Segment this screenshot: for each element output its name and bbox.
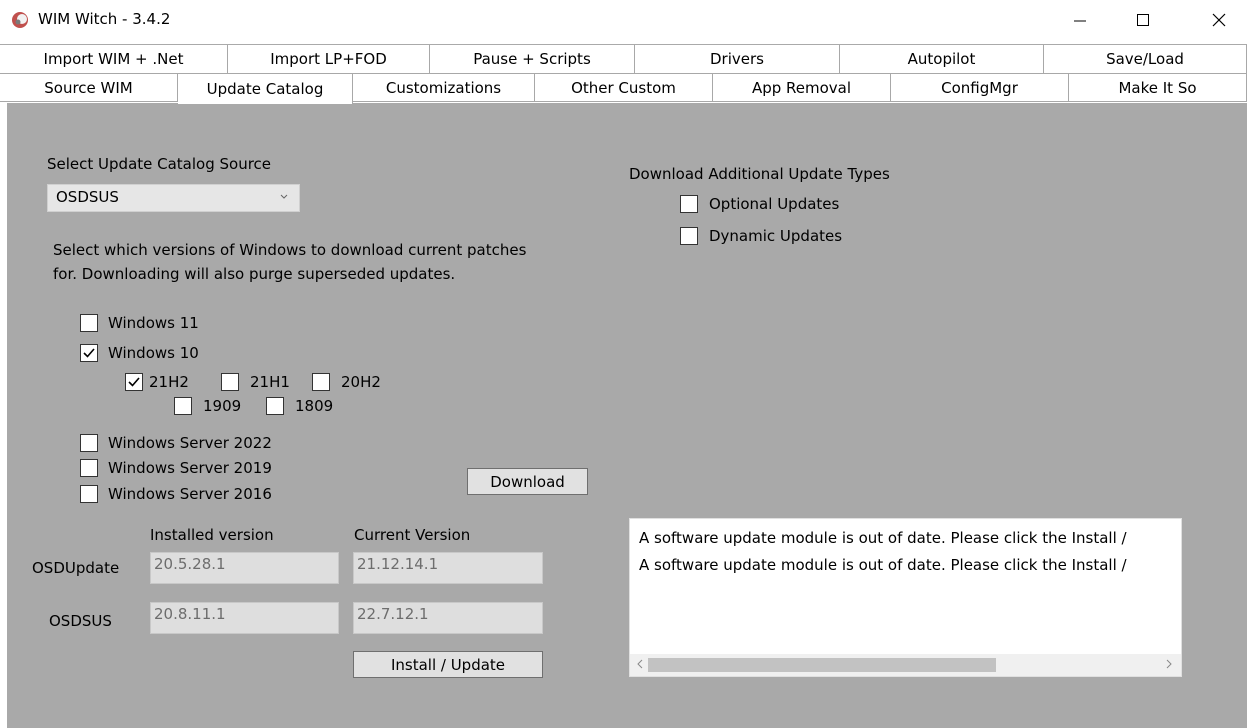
build-1909-checkbox[interactable] bbox=[174, 397, 192, 415]
instructions-line-2: for. Downloading will also purge superse… bbox=[53, 265, 456, 283]
log-line: A software update module is out of date.… bbox=[639, 529, 1127, 547]
win10-checkbox[interactable] bbox=[80, 344, 98, 362]
tab-import-wim-net[interactable]: Import WIM + .Net bbox=[0, 45, 228, 74]
dynamic-updates-label: Dynamic Updates bbox=[709, 227, 843, 245]
tab-autopilot[interactable]: Autopilot bbox=[840, 45, 1044, 74]
build-1909-label: 1909 bbox=[203, 397, 242, 415]
wim-witch-app-icon bbox=[10, 10, 30, 30]
server-2016-label: Windows Server 2016 bbox=[108, 485, 272, 503]
optional-updates-checkbox[interactable] bbox=[680, 195, 698, 213]
osdupdate-label: OSDUpdate bbox=[32, 559, 120, 577]
update-catalog-panel: Select Update Catalog Source OSDSUS Sele… bbox=[7, 103, 1247, 728]
horizontal-scrollbar[interactable] bbox=[630, 654, 1181, 676]
win11-label: Windows 11 bbox=[108, 314, 199, 332]
server-2022-checkbox[interactable] bbox=[80, 434, 98, 452]
build-20h2-label: 20H2 bbox=[341, 373, 381, 391]
build-1809-label: 1809 bbox=[295, 397, 334, 415]
tab-row-top: Import WIM + .Net Import LP+FOD Pause + … bbox=[0, 44, 1247, 74]
close-button[interactable] bbox=[1196, 0, 1242, 40]
download-button[interactable]: Download bbox=[467, 468, 588, 495]
scroll-left-arrow-icon[interactable] bbox=[636, 657, 644, 675]
osdsus-current-field: 22.7.12.1 bbox=[353, 602, 543, 634]
tab-update-catalog[interactable]: Update Catalog bbox=[178, 73, 353, 104]
build-21h2-checkbox[interactable] bbox=[125, 373, 143, 391]
minimize-button[interactable] bbox=[1057, 0, 1103, 40]
build-20h2-checkbox[interactable] bbox=[312, 373, 330, 391]
log-output-box[interactable]: A software update module is out of date.… bbox=[629, 518, 1182, 677]
install-update-button[interactable]: Install / Update bbox=[353, 651, 543, 678]
build-21h1-label: 21H1 bbox=[250, 373, 290, 391]
checkmark-icon bbox=[83, 348, 95, 358]
scrollbar-thumb[interactable] bbox=[648, 658, 996, 672]
build-1809-checkbox[interactable] bbox=[266, 397, 284, 415]
server-2019-checkbox[interactable] bbox=[80, 459, 98, 477]
catalog-source-label: Select Update Catalog Source bbox=[47, 155, 272, 173]
checkmark-icon bbox=[128, 377, 140, 387]
build-21h2-label: 21H2 bbox=[149, 373, 189, 391]
instructions-line-1: Select which versions of Windows to down… bbox=[53, 241, 527, 259]
tab-row-bottom: Source WIM Update Catalog Customizations… bbox=[0, 73, 1247, 104]
title-bar: WIM Witch - 3.4.2 bbox=[0, 0, 1247, 44]
current-version-header: Current Version bbox=[354, 526, 471, 544]
scroll-right-arrow-icon[interactable] bbox=[1165, 657, 1173, 675]
osdsus-label: OSDSUS bbox=[49, 612, 112, 630]
chevron-down-icon bbox=[279, 187, 289, 210]
maximize-button[interactable] bbox=[1120, 0, 1166, 40]
window-title: WIM Witch - 3.4.2 bbox=[38, 10, 171, 28]
server-2019-label: Windows Server 2019 bbox=[108, 459, 272, 477]
additional-updates-heading: Download Additional Update Types bbox=[629, 165, 890, 183]
tab-make-it-so[interactable]: Make It So bbox=[1069, 73, 1247, 102]
osdupdate-installed-field: 20.5.28.1 bbox=[150, 552, 339, 584]
log-line: A software update module is out of date.… bbox=[639, 556, 1127, 574]
tab-drivers[interactable]: Drivers bbox=[635, 45, 840, 74]
win10-label: Windows 10 bbox=[108, 344, 199, 362]
tab-other-custom[interactable]: Other Custom bbox=[535, 73, 713, 102]
catalog-source-value: OSDSUS bbox=[56, 188, 119, 206]
catalog-source-dropdown[interactable]: OSDSUS bbox=[47, 184, 300, 212]
dynamic-updates-checkbox[interactable] bbox=[680, 227, 698, 245]
tab-customizations[interactable]: Customizations bbox=[353, 73, 535, 102]
server-2022-label: Windows Server 2022 bbox=[108, 434, 272, 452]
tab-pause-scripts[interactable]: Pause + Scripts bbox=[430, 45, 635, 74]
tab-configmgr[interactable]: ConfigMgr bbox=[891, 73, 1069, 102]
build-21h1-checkbox[interactable] bbox=[221, 373, 239, 391]
tab-save-load[interactable]: Save/Load bbox=[1044, 45, 1247, 74]
server-2016-checkbox[interactable] bbox=[80, 485, 98, 503]
tab-import-lp-fod[interactable]: Import LP+FOD bbox=[228, 45, 430, 74]
installed-version-header: Installed version bbox=[150, 526, 274, 544]
tab-app-removal[interactable]: App Removal bbox=[713, 73, 891, 102]
osdupdate-current-field: 21.12.14.1 bbox=[353, 552, 543, 584]
optional-updates-label: Optional Updates bbox=[709, 195, 840, 213]
osdsus-installed-field: 20.8.11.1 bbox=[150, 602, 339, 634]
tab-source-wim[interactable]: Source WIM bbox=[0, 73, 178, 102]
win11-checkbox[interactable] bbox=[80, 314, 98, 332]
